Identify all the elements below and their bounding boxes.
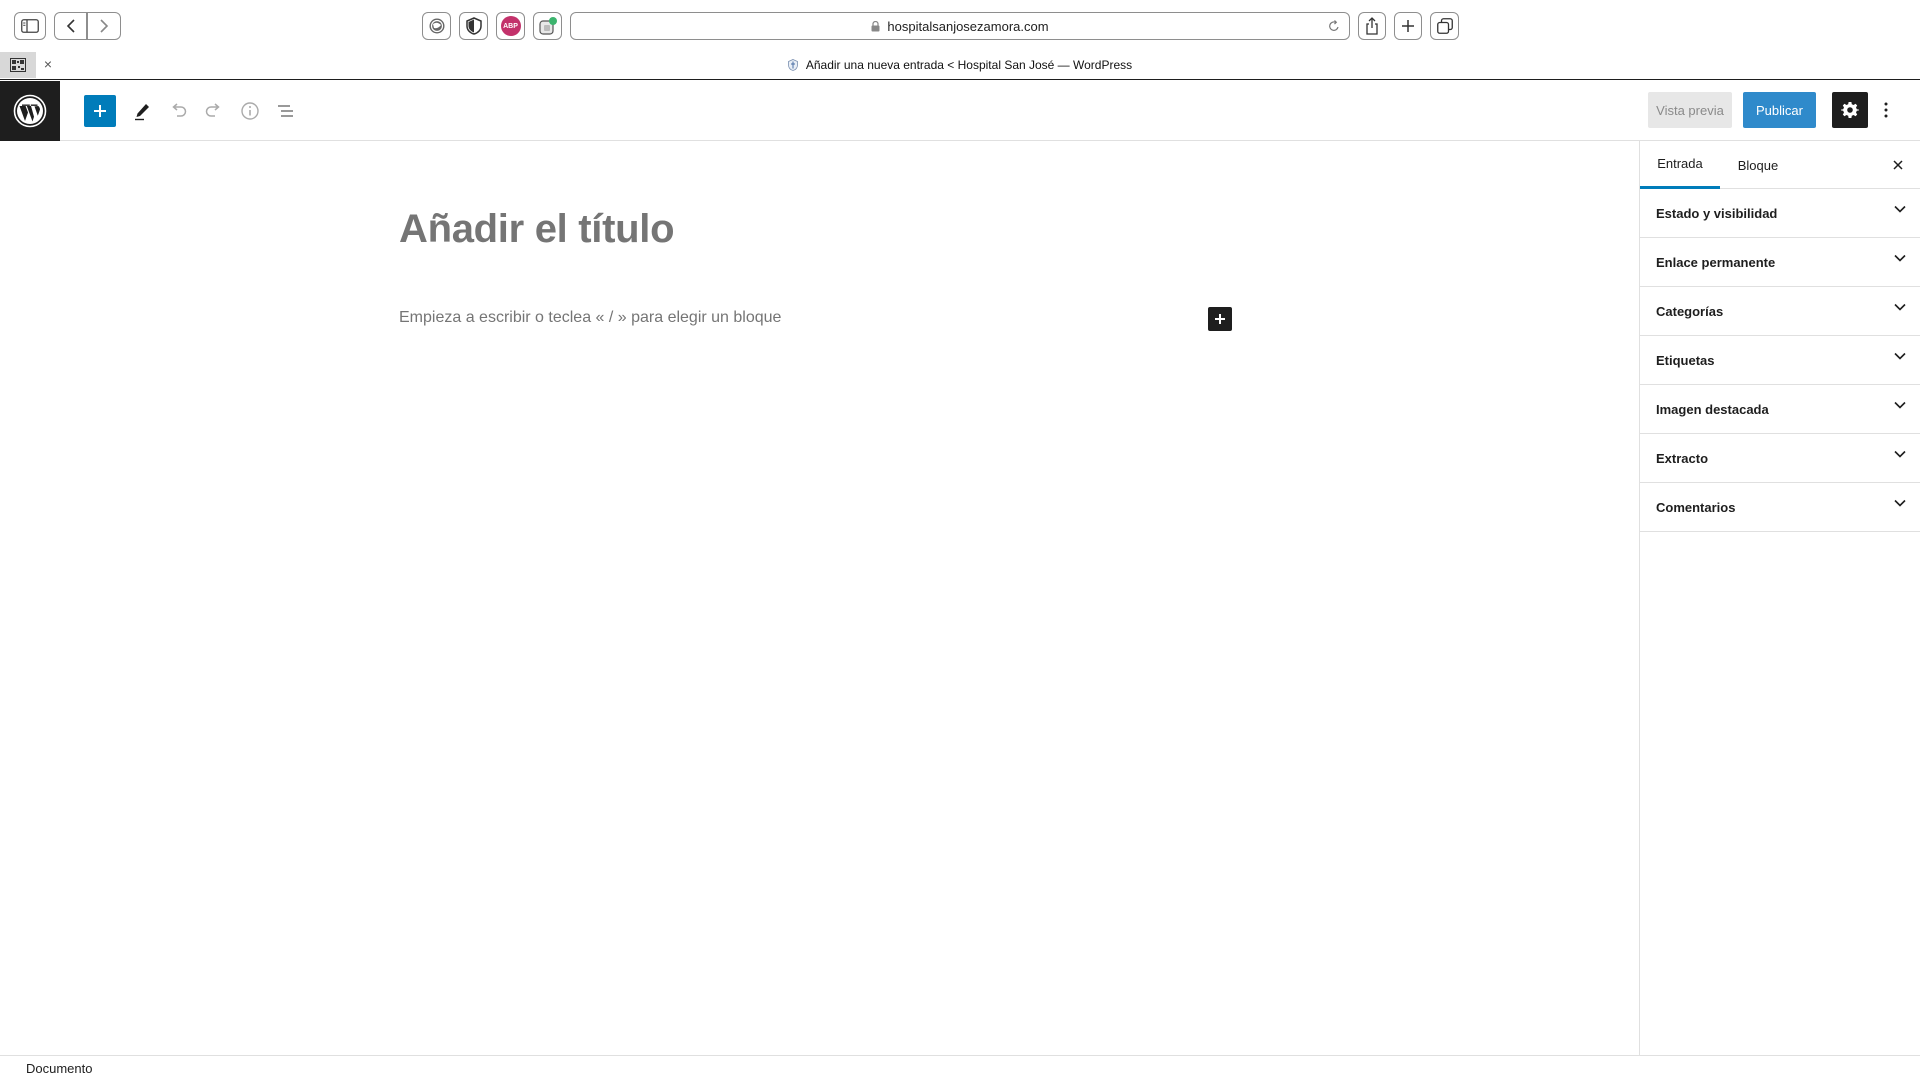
more-vertical-icon	[1884, 102, 1888, 118]
active-tab: Añadir una nueva entrada < Hospital San …	[0, 52, 1920, 78]
extension-button-4[interactable]	[533, 12, 562, 40]
share-button[interactable]	[1358, 12, 1386, 40]
extension-button-2[interactable]	[459, 12, 488, 40]
extension-icon	[538, 17, 557, 35]
close-sidebar-button[interactable]	[1886, 153, 1910, 177]
breadcrumb-documento[interactable]: Documento	[26, 1061, 92, 1076]
undo-icon	[172, 103, 187, 117]
world-icon	[429, 18, 444, 34]
pinned-tab[interactable]	[0, 52, 36, 78]
chevron-left-icon	[66, 19, 75, 33]
redo-icon	[205, 103, 220, 117]
sidebar-toggle-button[interactable]	[14, 12, 46, 40]
options-menu-button[interactable]	[1870, 92, 1902, 128]
chevron-down-icon	[1894, 499, 1906, 507]
editor-header: Vista previa Publicar	[0, 81, 1920, 141]
address-bar[interactable]: hospitalsanjosezamora.com	[570, 12, 1350, 40]
gear-icon	[1841, 102, 1859, 118]
panel-imagen-destacada[interactable]: Imagen destacada	[1640, 385, 1920, 434]
url-text: hospitalsanjosezamora.com	[887, 18, 1049, 34]
sidebar-icon	[21, 19, 39, 33]
wordpress-icon	[13, 94, 47, 128]
adblock-icon: ABP	[500, 16, 521, 36]
extension-button-3[interactable]: ABP	[496, 12, 525, 40]
panel-label: Etiquetas	[1656, 352, 1715, 368]
chevron-down-icon	[1894, 450, 1906, 458]
tab-entrada[interactable]: Entrada	[1640, 141, 1720, 189]
share-icon	[1366, 17, 1378, 35]
panel-categorias[interactable]: Categorías	[1640, 287, 1920, 336]
post-title-input[interactable]: Añadir el título	[399, 207, 675, 252]
settings-sidebar: Entrada Bloque Estado y visibilidad Enla…	[1639, 141, 1920, 1056]
panel-label: Extracto	[1656, 450, 1709, 466]
panel-comentarios[interactable]: Comentarios	[1640, 483, 1920, 532]
shield-icon	[465, 17, 482, 35]
block-inserter-button[interactable]	[84, 95, 116, 127]
info-icon	[241, 102, 259, 120]
chevron-down-icon	[1894, 254, 1906, 262]
tab-overview-button[interactable]	[1430, 12, 1459, 40]
list-view-icon	[278, 105, 293, 117]
panel-label: Imagen destacada	[1656, 401, 1769, 417]
preview-button[interactable]: Vista previa	[1648, 92, 1732, 128]
tabs-icon	[1436, 18, 1453, 34]
qr-code-icon	[10, 58, 26, 72]
close-icon	[1893, 160, 1903, 170]
list-view-button[interactable]	[270, 95, 302, 127]
publish-button[interactable]: Publicar	[1743, 92, 1816, 128]
chevron-down-icon	[1894, 205, 1906, 213]
back-button[interactable]	[54, 12, 87, 40]
panel-label: Enlace permanente	[1656, 254, 1776, 270]
panel-estado-visibilidad[interactable]: Estado y visibilidad	[1640, 189, 1920, 238]
pencil-icon	[135, 104, 149, 121]
editor-canvas: Añadir el título Empieza a escribir o te…	[0, 141, 1639, 1056]
extension-button-1[interactable]	[422, 12, 451, 40]
lock-icon	[871, 20, 880, 31]
redo-button[interactable]	[198, 95, 230, 127]
tools-button[interactable]	[126, 95, 158, 127]
tab-title-text[interactable]: Añadir una nueva entrada < Hospital San …	[806, 58, 1132, 72]
paragraph-block-placeholder[interactable]: Empieza a escribir o teclea « / » para e…	[399, 309, 781, 327]
block-breadcrumb-bar: Documento	[0, 1055, 1920, 1080]
tab-close-button[interactable]: ×	[40, 56, 56, 74]
add-block-button[interactable]	[1208, 307, 1232, 331]
browser-toolbar: ABP hospitalsanjosezamora.com	[0, 0, 1920, 52]
chevron-down-icon	[1894, 352, 1906, 360]
undo-button[interactable]	[162, 95, 194, 127]
reload-icon[interactable]	[1328, 19, 1340, 33]
chevron-down-icon	[1894, 303, 1906, 311]
new-tab-button[interactable]	[1394, 12, 1422, 40]
favicon-icon[interactable]	[787, 59, 798, 71]
forward-button[interactable]	[87, 12, 121, 40]
details-button[interactable]	[234, 95, 266, 127]
panel-label: Estado y visibilidad	[1656, 205, 1778, 221]
plus-icon	[1215, 314, 1225, 324]
settings-button[interactable]	[1832, 92, 1868, 128]
panel-enlace-permanente[interactable]: Enlace permanente	[1640, 238, 1920, 287]
tab-bloque[interactable]: Bloque	[1720, 141, 1796, 189]
chevron-down-icon	[1894, 401, 1906, 409]
panel-label: Categorías	[1656, 303, 1724, 319]
plus-icon	[1402, 20, 1414, 32]
panel-etiquetas[interactable]: Etiquetas	[1640, 336, 1920, 385]
chevron-right-icon	[100, 19, 109, 33]
sidebar-tabs: Entrada Bloque	[1640, 141, 1920, 189]
wordpress-logo-button[interactable]	[0, 81, 60, 141]
plus-icon	[94, 105, 106, 117]
tab-bar: × Añadir una nueva entrada < Hospital Sa…	[0, 52, 1920, 80]
panel-extracto[interactable]: Extracto	[1640, 434, 1920, 483]
panel-label: Comentarios	[1656, 499, 1736, 515]
